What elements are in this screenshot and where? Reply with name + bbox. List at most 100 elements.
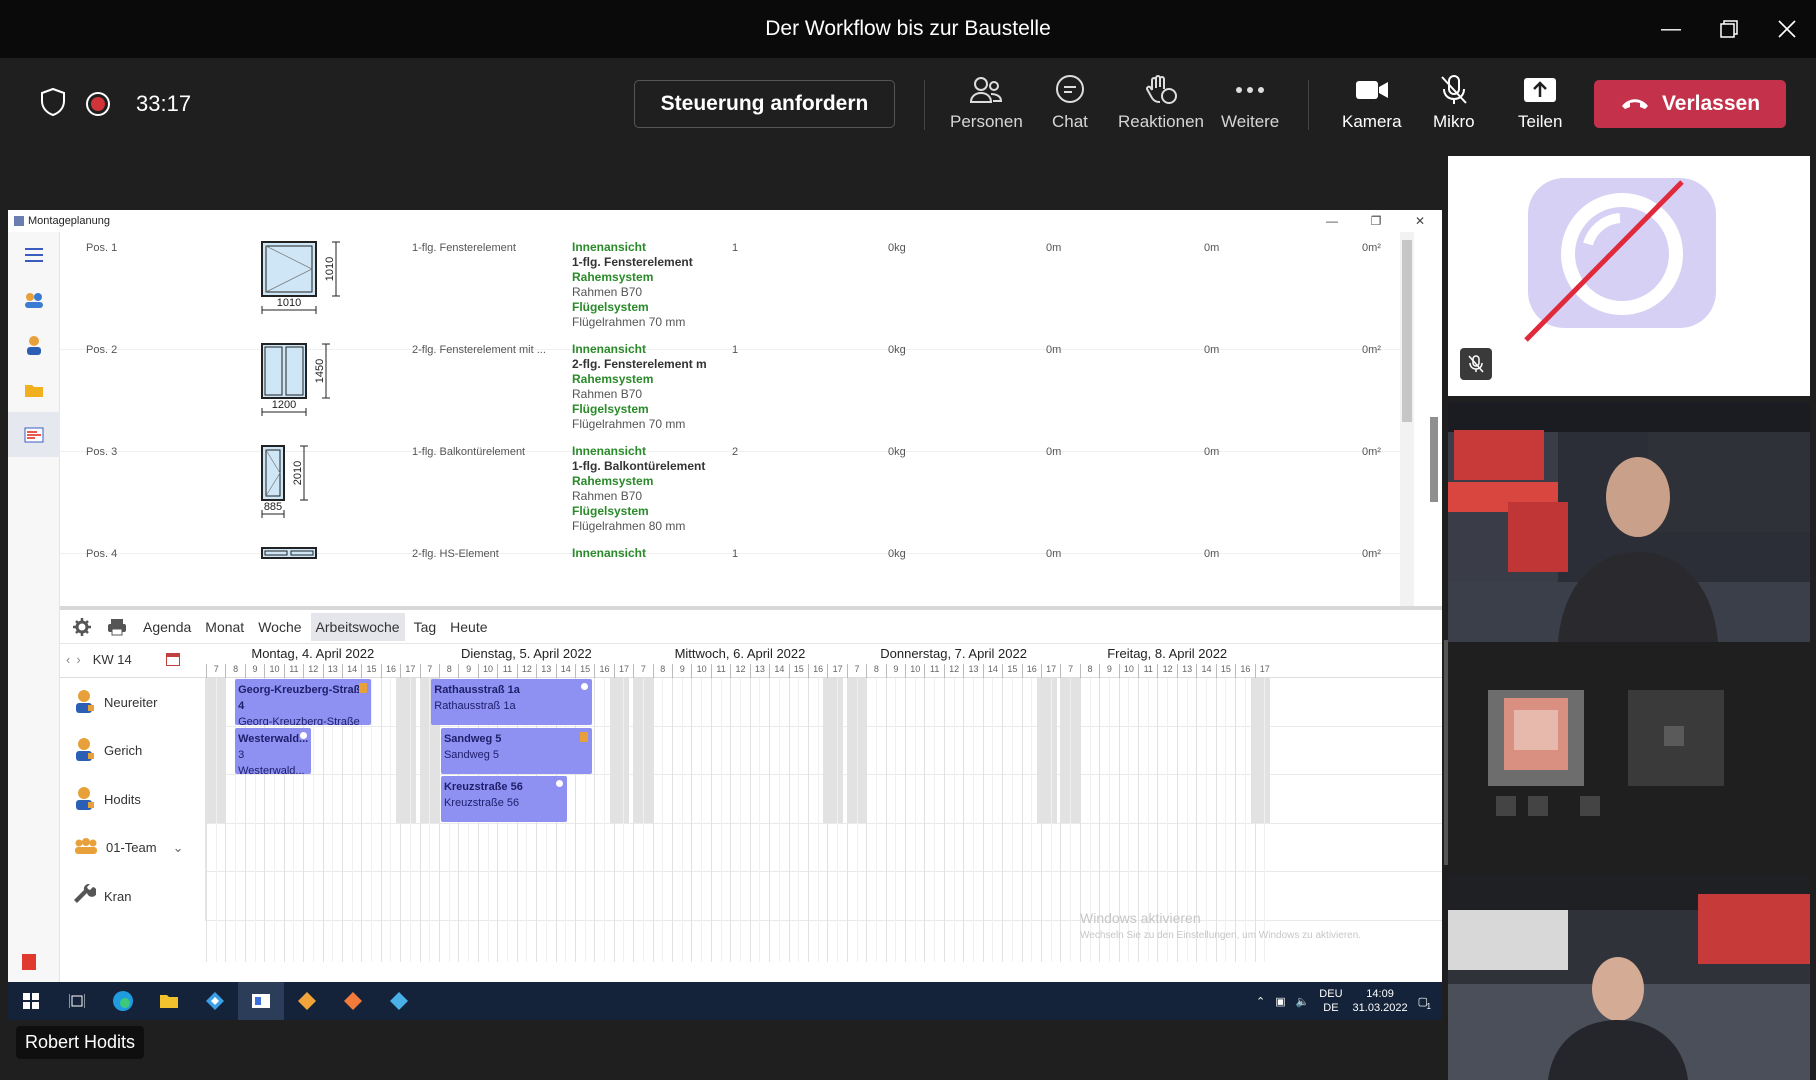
view-workweek[interactable]: Arbeitswoche: [310, 612, 405, 641]
participant-video-presenter[interactable]: [1448, 402, 1810, 642]
menu-icon[interactable]: [8, 232, 60, 277]
view-today[interactable]: Heute: [445, 613, 492, 641]
app-restore-icon[interactable]: ❐: [1354, 210, 1398, 232]
app-icon-2[interactable]: [284, 982, 330, 1020]
app-minimize-icon[interactable]: —: [1310, 210, 1354, 232]
windows-start-icon[interactable]: [8, 982, 54, 1020]
grid-line: [982, 678, 984, 962]
minimize-icon[interactable]: —: [1642, 0, 1700, 58]
resource-label[interactable]: 01-Team ⌄: [60, 823, 206, 872]
resource-name: Neureiter: [104, 694, 158, 710]
language-indicator[interactable]: DEU DE: [1319, 987, 1342, 1015]
participant-tile-blurred[interactable]: [1448, 648, 1810, 894]
share-button[interactable]: Teilen: [1518, 74, 1562, 132]
hour-tick: 12: [516, 664, 536, 678]
hour-tick: 7: [206, 664, 225, 678]
customers-icon[interactable]: [8, 277, 60, 322]
exit-icon[interactable]: [22, 954, 36, 970]
network-icon[interactable]: ▣: [1275, 995, 1285, 1008]
app-sidebar: [8, 232, 60, 982]
grid-line: [623, 678, 625, 962]
grid-line: [1206, 678, 1208, 962]
day-header[interactable]: Mittwoch, 6. April 2022: [633, 646, 847, 661]
position-row[interactable]: Pos. 2 2-flg. Fensterelement mit ... 1 0kg 0…: [60, 334, 1408, 452]
grid-line: [885, 678, 887, 962]
position-weight: 0kg: [888, 242, 906, 254]
outer-scrollbar[interactable]: [1428, 232, 1442, 606]
participant-video-booth[interactable]: [1448, 874, 1810, 1080]
app-close-icon[interactable]: ✕: [1398, 210, 1442, 232]
settings-gear-icon[interactable]: [68, 617, 96, 636]
gallery-scrollbar[interactable]: [1444, 640, 1448, 865]
shield-icon[interactable]: [40, 87, 66, 122]
planning-icon[interactable]: [8, 412, 60, 457]
grid-line: [769, 678, 771, 962]
schedule-event[interactable]: Sandweg 5 Sandweg 5: [440, 727, 593, 774]
app-icon-4[interactable]: [376, 982, 422, 1020]
chevron-down-icon[interactable]: ⌄: [173, 840, 184, 856]
schedule-event[interactable]: Rathausstraß 1a Rathausstraß 1a: [431, 679, 593, 725]
folder-icon[interactable]: [8, 367, 60, 412]
position-row[interactable]: Pos. 1 1-flg. Fensterelement 1 0kg 0m 0m 0m² In…: [60, 232, 1408, 350]
position-row[interactable]: Pos. 3 1-flg. Balkontürelement 2 0kg 0m 0m 0m²…: [60, 436, 1408, 554]
app-icon-1[interactable]: [192, 982, 238, 1020]
request-control-button[interactable]: Steuerung anfordern: [634, 80, 895, 128]
resource-label[interactable]: Hodits: [60, 775, 206, 824]
detail-line: Flügelrahmen 70 mm: [572, 315, 686, 329]
grid-line: [866, 678, 868, 962]
schedule-event[interactable]: Georg-Kreuzberg-Straße 4 Georg-Kreuzberg-…: [235, 679, 372, 725]
edge-icon[interactable]: [100, 982, 146, 1020]
day-header[interactable]: Dienstag, 5. April 2022: [420, 646, 634, 661]
schedule-event[interactable]: Westerwald... 3 Westerwald...: [235, 727, 311, 774]
week-label: KW 14: [92, 652, 132, 667]
schedule-event[interactable]: Kreuzstraße 56 Kreuzstraße 56: [440, 776, 568, 822]
blurred-participants-image: [1448, 648, 1810, 894]
day-header[interactable]: Montag, 4. April 2022: [206, 646, 420, 661]
view-month[interactable]: Monat: [200, 613, 249, 641]
leave-button[interactable]: Verlassen: [1594, 80, 1786, 128]
detail-line: Flügelsystem: [572, 402, 649, 416]
position-row[interactable]: Pos. 4 2-flg. HS-Element 1 0kg 0m 0m 0m² Innena…: [60, 538, 1408, 606]
people-button[interactable]: Personen: [950, 74, 1023, 132]
more-button[interactable]: Weitere: [1221, 74, 1279, 132]
grid-line: [1021, 678, 1023, 962]
clock[interactable]: 14:09 31.03.2022: [1353, 987, 1408, 1015]
resource-label[interactable]: Kran: [60, 872, 206, 921]
print-icon[interactable]: [100, 618, 134, 636]
resource-label[interactable]: Gerich: [60, 726, 206, 775]
worker-icon[interactable]: [8, 322, 60, 367]
hour-tick: 9: [1099, 664, 1118, 678]
participant-tile-camera-off[interactable]: [1448, 156, 1810, 396]
grid-line: [895, 678, 897, 962]
task-view-icon[interactable]: [54, 982, 100, 1020]
position-scrollbar[interactable]: [1400, 232, 1414, 606]
app-icon-montage[interactable]: [238, 982, 284, 1020]
calendar-icon[interactable]: [165, 653, 180, 666]
mic-button[interactable]: Mikro: [1433, 74, 1475, 132]
notification-icon[interactable]: ▢ 1: [1418, 995, 1431, 1011]
view-week[interactable]: Woche: [253, 613, 306, 641]
view-day[interactable]: Tag: [409, 613, 442, 641]
chat-button[interactable]: Chat: [1052, 74, 1088, 132]
day-header[interactable]: Donnerstag, 7. April 2022: [847, 646, 1061, 661]
camera-button[interactable]: Kamera: [1342, 74, 1402, 132]
resource-label[interactable]: Neureiter: [60, 678, 206, 727]
maximize-icon[interactable]: [1700, 0, 1758, 58]
chevron-right-icon[interactable]: ›: [76, 652, 80, 667]
grid-line: [1225, 678, 1227, 962]
montageplanung-window: Montageplanung — ❐ ✕ Pos. 1 1-flg. Fenste…: [8, 210, 1442, 982]
detail-line: Rahemsystem: [572, 474, 654, 488]
view-agenda[interactable]: Agenda: [138, 613, 196, 641]
day-header[interactable]: Freitag, 8. April 2022: [1060, 646, 1274, 661]
detail-line: 1-flg. Fensterelement: [572, 255, 693, 269]
grid-line: [924, 678, 926, 962]
grid-line: [905, 678, 907, 962]
explorer-icon[interactable]: [146, 982, 192, 1020]
volume-icon[interactable]: 🔈: [1296, 995, 1310, 1008]
tray-chevron-icon[interactable]: ⌃: [1256, 995, 1265, 1008]
reactions-button[interactable]: Reaktionen: [1118, 74, 1204, 132]
meeting-toolbar: 33:17 Steuerung anfordern Personen Chat …: [0, 58, 1816, 150]
chevron-left-icon[interactable]: ‹: [66, 652, 70, 667]
close-icon[interactable]: [1758, 0, 1816, 58]
app-icon-3[interactable]: [330, 982, 376, 1020]
